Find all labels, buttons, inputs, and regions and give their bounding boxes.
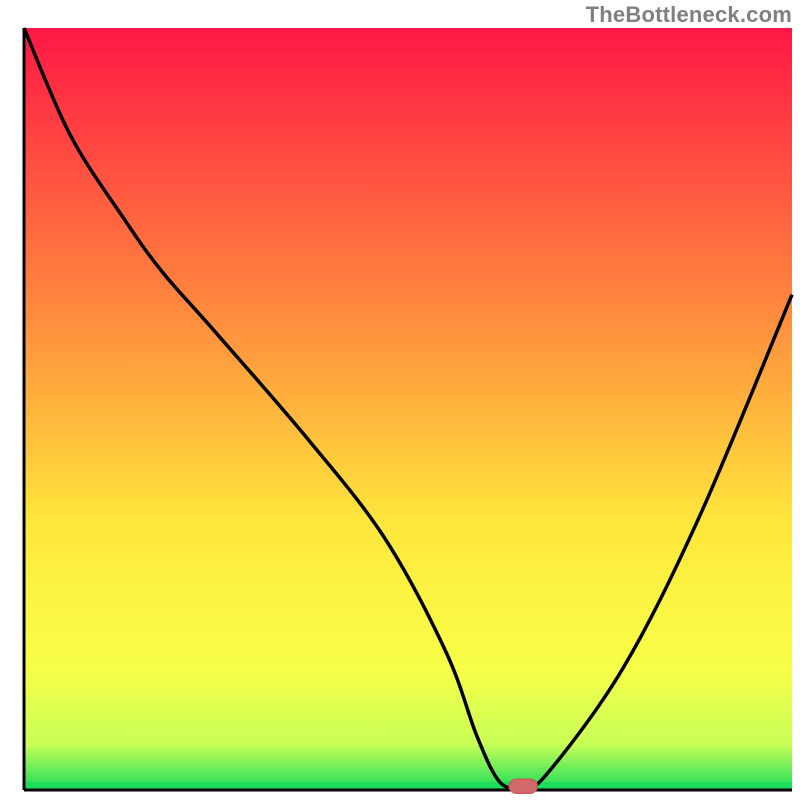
optimum-marker bbox=[509, 779, 537, 793]
bottleneck-chart bbox=[0, 0, 800, 800]
chart-canvas: TheBottleneck.com bbox=[0, 0, 800, 800]
plot-gradient-background bbox=[24, 28, 792, 790]
